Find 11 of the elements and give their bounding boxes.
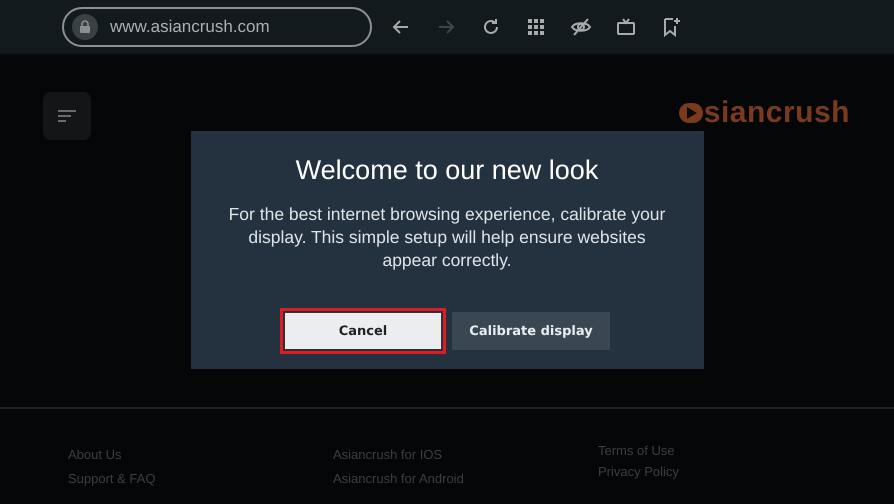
lock-icon — [72, 14, 98, 40]
menu-icon — [57, 109, 77, 123]
address-field[interactable]: www.asiancrush.com — [62, 6, 372, 46]
tv-icon[interactable] — [615, 16, 637, 38]
eye-slash-icon[interactable] — [570, 16, 592, 38]
play-icon — [678, 101, 704, 125]
dialog-title: Welcome to our new look — [296, 155, 598, 186]
logo: siancrush — [704, 96, 850, 130]
dialog-message: For the best internet browsing experience, calibrate your display. This simple setup will help ensure websites appear correctly. — [228, 203, 666, 272]
dialog-button[interactable]: Cancel — [284, 312, 442, 350]
dialog-button[interactable]: Calibrate display — [452, 312, 610, 350]
